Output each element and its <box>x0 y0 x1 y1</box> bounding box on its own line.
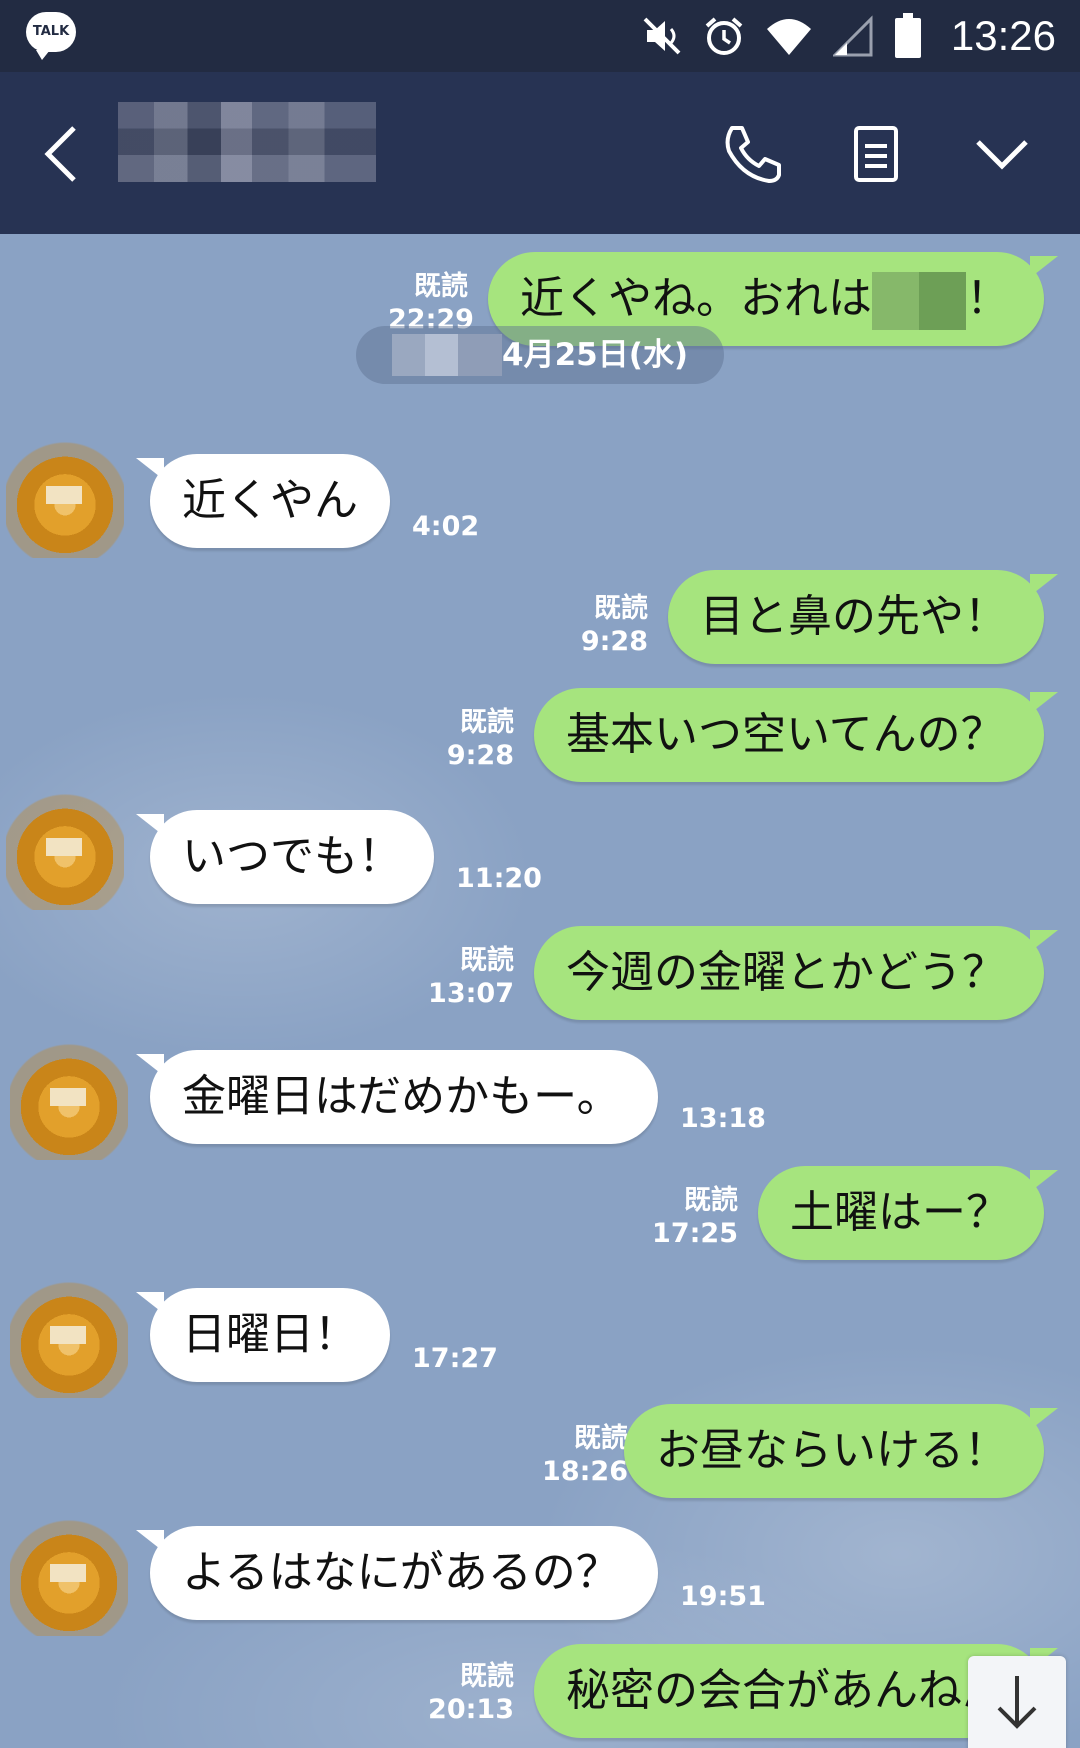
read-label: 既読 <box>460 1661 514 1692</box>
message-time: 13:18 <box>680 1103 766 1134</box>
message-time: 11:20 <box>456 863 542 894</box>
message-text: いつでも！ <box>182 831 402 882</box>
message-bubble[interactable]: 近くやん <box>136 454 390 548</box>
read-meta: 既読 18:26 <box>524 1422 628 1488</box>
message-bubble[interactable]: 基本いつ空いてんの？ <box>534 688 1058 782</box>
date-separator: 4月25日(水) <box>356 326 724 384</box>
read-meta: 既読 9:28 <box>434 706 514 772</box>
read-label: 既読 <box>460 707 514 738</box>
message-time: 20:13 <box>428 1694 514 1725</box>
message-text: 土曜はー？ <box>790 1187 1010 1238</box>
status-bar: TALK 13:26 <box>0 0 1080 72</box>
read-label: 既読 <box>460 945 514 976</box>
avatar[interactable] <box>10 1042 128 1160</box>
status-time: 13:26 <box>950 12 1056 59</box>
message-text: 金曜日はだめかもー。 <box>182 1071 621 1122</box>
read-label: 既読 <box>684 1185 738 1216</box>
read-label: 既読 <box>594 593 648 624</box>
message-bubble[interactable]: お昼ならいける！ <box>624 1404 1058 1498</box>
mute-icon <box>643 17 681 55</box>
message-bubble[interactable]: 目と鼻の先や！ <box>668 570 1058 664</box>
message-time: 9:28 <box>446 740 514 771</box>
wifi-icon <box>766 19 811 55</box>
message-text: 今週の金曜とかどう？ <box>566 947 1006 998</box>
message-bubble[interactable]: いつでも！ <box>136 810 434 904</box>
message-text-end: ！ <box>966 273 1010 324</box>
message-bubble[interactable]: 今週の金曜とかどう？ <box>534 926 1058 1020</box>
date-year-mosaic <box>392 334 502 376</box>
talk-badge-icon: TALK <box>26 12 76 60</box>
message-text: よるはなにがあるの？ <box>182 1547 620 1598</box>
scroll-to-bottom-button[interactable] <box>968 1656 1066 1748</box>
alarm-icon <box>705 17 743 55</box>
message-time: 13:07 <box>428 978 514 1009</box>
read-label: 既読 <box>414 271 468 302</box>
message-text: 日曜日！ <box>182 1309 358 1360</box>
chat-area[interactable]: 既読 22:29 近くやね。おれは！ 4月25日(水) 近くやん 4:02 既読… <box>0 234 1080 1748</box>
message-time: 17:25 <box>652 1218 738 1249</box>
signal-icon <box>832 15 873 57</box>
message-text: 秘密の会合があんねん <box>566 1665 1006 1716</box>
arrow-down-icon <box>997 1676 1037 1729</box>
message-bubble[interactable]: 金曜日はだめかもー。 <box>136 1050 658 1144</box>
message-time: 19:51 <box>680 1581 766 1612</box>
avatar[interactable] <box>10 1280 128 1398</box>
message-text: 目と鼻の先や！ <box>700 591 1008 642</box>
message-text: 近くやん <box>182 475 358 526</box>
avatar[interactable] <box>10 1518 128 1636</box>
note-icon[interactable] <box>844 122 908 186</box>
message-time: 18:26 <box>542 1456 628 1487</box>
read-meta: 既読 17:25 <box>634 1184 738 1250</box>
read-meta: 既読 20:13 <box>412 1660 514 1726</box>
message-time: 17:27 <box>412 1343 498 1374</box>
read-meta: 既読 13:07 <box>412 944 514 1010</box>
status-icons: 13:26 <box>641 10 1056 62</box>
message-bubble[interactable]: 日曜日！ <box>136 1288 390 1382</box>
message-time: 9:28 <box>580 626 648 657</box>
avatar[interactable] <box>6 792 124 910</box>
battery-icon <box>894 13 921 58</box>
avatar[interactable] <box>6 440 124 558</box>
message-time: 4:02 <box>412 511 480 542</box>
hidden-text-mosaic <box>872 272 966 330</box>
contact-name-mosaic-shade <box>118 102 376 182</box>
back-button[interactable] <box>40 122 80 186</box>
message-text: 基本いつ空いてんの？ <box>566 709 1005 760</box>
date-label: 4月25日(水) <box>502 337 689 373</box>
chevron-down-icon[interactable] <box>970 122 1034 186</box>
message-bubble[interactable]: 土曜はー？ <box>758 1166 1058 1260</box>
read-meta: 既読 9:28 <box>568 592 648 658</box>
phone-icon[interactable] <box>718 122 782 186</box>
message-bubble[interactable]: よるはなにがあるの？ <box>136 1526 658 1620</box>
message-text: 近くやね。おれは <box>520 273 872 324</box>
read-label: 既読 <box>574 1423 628 1454</box>
message-text: お昼ならいける！ <box>656 1425 1008 1476</box>
